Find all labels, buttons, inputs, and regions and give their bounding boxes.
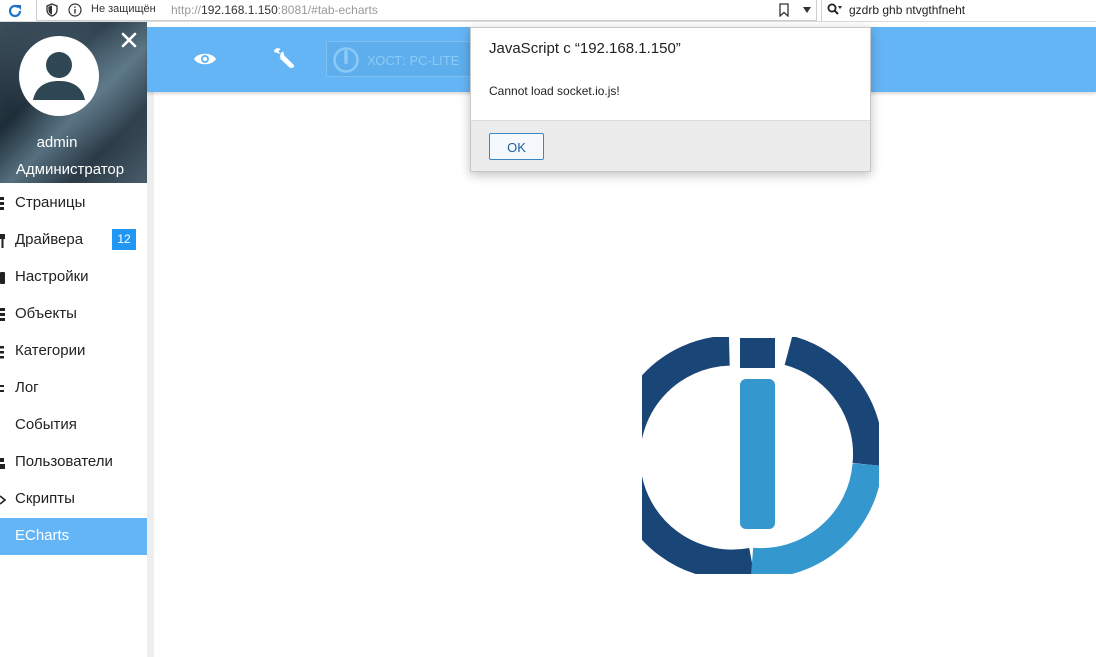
log-icon — [0, 385, 4, 392]
browser-toolbar: Не защищён http://192.168.1.150:8081/#ta… — [0, 0, 1096, 22]
sidebar-item-drivers[interactable]: Драйвера 12 — [0, 222, 147, 259]
avatar — [19, 36, 99, 116]
url-prefix: http:// — [171, 3, 202, 17]
info-icon[interactable] — [68, 3, 82, 17]
search-input[interactable]: gzdrb ghb ntvgthfneht — [849, 3, 965, 17]
shield-icon[interactable] — [46, 3, 58, 17]
profile-header: admin Администратор — [0, 22, 147, 183]
close-icon[interactable] — [120, 31, 138, 49]
drivers-icon — [0, 234, 5, 248]
host-indicator[interactable]: ХОСТ: PC-LITE — [326, 41, 471, 77]
sidebar-item-label: Страницы — [15, 194, 86, 211]
sidebar-item-label: Пользователи — [15, 453, 113, 470]
sidebar-item-pages[interactable]: Страницы — [0, 185, 147, 222]
sidebar: admin Администратор Страницы Драйвера 12… — [0, 22, 147, 657]
user-role: Администратор — [15, 161, 125, 178]
sidebar-item-label: Объекты — [15, 305, 77, 322]
wrench-icon[interactable] — [271, 46, 295, 70]
pages-icon — [0, 197, 4, 210]
iobroker-logo-icon — [333, 47, 359, 73]
dialog-title: JavaScript с “192.168.1.150” — [489, 40, 681, 57]
sidebar-item-log[interactable]: Лог — [0, 370, 147, 407]
user-name: admin — [36, 134, 78, 151]
url-host: 192.168.1.150 — [201, 3, 278, 17]
eye-icon[interactable] — [193, 50, 217, 68]
sidebar-item-label: Настройки — [15, 268, 89, 285]
iobroker-loading-logo — [642, 337, 879, 574]
alert-dialog: JavaScript с “192.168.1.150” Cannot load… — [470, 27, 871, 172]
sidebar-item-label: ECharts — [15, 527, 70, 544]
sidebar-item-label: Скрипты — [15, 490, 75, 507]
sidebar-item-echarts[interactable]: ECharts — [0, 518, 147, 555]
dialog-message: Cannot load socket.io.js! — [489, 84, 620, 98]
users-icon — [0, 458, 5, 469]
chevron-right-icon — [0, 495, 6, 505]
host-label: ХОСТ: PC-LITE — [367, 53, 460, 68]
browser-search-box[interactable]: gzdrb ghb ntvgthfneht — [821, 0, 1096, 21]
url-text[interactable]: http://192.168.1.150:8081/#tab-echarts — [171, 3, 378, 17]
sidebar-item-objects[interactable]: Объекты — [0, 296, 147, 333]
search-icon[interactable] — [827, 3, 843, 17]
sidebar-item-users[interactable]: Пользователи — [0, 444, 147, 481]
sidebar-item-scripts[interactable]: Скрипты — [0, 481, 147, 518]
sidebar-item-label: События — [15, 416, 77, 433]
sidebar-menu: Страницы Драйвера 12 Настройки Объекты К… — [0, 185, 147, 555]
bookmark-icon[interactable] — [778, 3, 790, 17]
sidebar-item-settings[interactable]: Настройки — [0, 259, 147, 296]
ok-button[interactable]: OK — [489, 133, 544, 160]
security-label: Не защищён — [91, 3, 156, 15]
sidebar-scrollbar[interactable] — [147, 92, 154, 657]
sidebar-item-label: Категории — [15, 342, 86, 359]
sidebar-item-events[interactable]: События — [0, 407, 147, 444]
sidebar-item-categories[interactable]: Категории — [0, 333, 147, 370]
sidebar-item-label: Драйвера — [15, 231, 84, 248]
chevron-down-icon[interactable] — [802, 6, 812, 14]
objects-icon — [0, 308, 5, 321]
reload-icon[interactable] — [6, 2, 24, 20]
address-bar[interactable]: Не защищён http://192.168.1.150:8081/#ta… — [36, 0, 817, 21]
dialog-footer: OK — [471, 120, 870, 171]
url-rest: :8081/#tab-echarts — [277, 3, 378, 17]
drivers-count-badge: 12 — [112, 229, 136, 250]
settings-icon — [0, 272, 5, 284]
categories-icon — [0, 346, 4, 359]
sidebar-item-label: Лог — [15, 379, 39, 396]
